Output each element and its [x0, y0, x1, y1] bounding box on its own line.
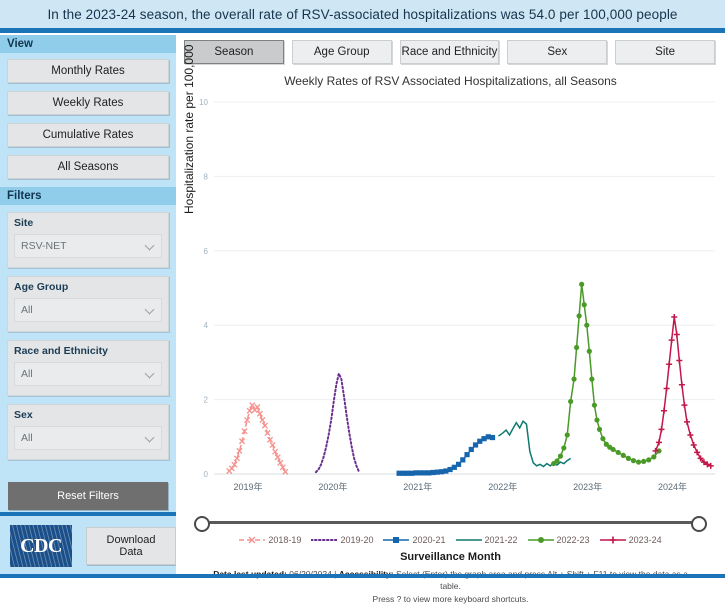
legend-item-2021-22[interactable]: 2021-22 [455, 535, 518, 545]
legend-item-2019-20[interactable]: 2019-20 [311, 535, 373, 545]
download-data-button[interactable]: Download Data [86, 527, 176, 565]
dashboard-root: In the 2023-24 season, the overall rate … [0, 0, 725, 604]
chart-area[interactable]: Hospitalization rate per 100,000 0 2 4 6 8 10… [176, 45, 725, 514]
filter-race-ethnicity-label: Race and Ethnicity [14, 345, 108, 357]
legend-item-2023-24[interactable]: 2023-24 [599, 535, 662, 545]
filter-race-ethnicity-value: All [21, 368, 33, 380]
svg-text:2023年: 2023年 [573, 481, 602, 492]
legend-swatch-2019-20 [311, 539, 338, 541]
header-banner: In the 2023-24 season, the overall rate … [0, 0, 725, 28]
view-button-cumulative-rates[interactable]: Cumulative Rates [7, 123, 169, 147]
body-row: View Monthly Rates Weekly Rates Cumulati… [0, 35, 725, 604]
filter-age-group-value: All [21, 304, 33, 316]
tab-season[interactable]: Season [184, 40, 284, 64]
svg-text:4: 4 [204, 321, 209, 330]
legend-label: 2018-19 [268, 535, 302, 545]
filter-race-ethnicity-select[interactable]: All [14, 362, 162, 386]
reset-filters-button[interactable]: Reset Filters [8, 482, 168, 510]
svg-text:8: 8 [204, 172, 209, 181]
view-buttons: Monthly Rates Weekly Rates Cumulative Ra… [0, 53, 176, 187]
filter-sex-value: All [21, 432, 33, 444]
filter-site-value: RSV-NET [21, 240, 67, 252]
cdc-logo-text: CDC [20, 534, 62, 557]
tab-race-and-ethnicity[interactable]: Race and Ethnicity [399, 40, 500, 64]
content-panel: Season Age Group Race and Ethnicity Sex … [176, 35, 725, 604]
svg-text:2: 2 [204, 396, 209, 405]
view-button-weekly-rates[interactable]: Weekly Rates [7, 91, 169, 115]
tab-sex[interactable]: Sex [507, 40, 608, 64]
cdc-logo: CDC [10, 525, 72, 567]
filter-age-group: Age Group All [7, 276, 169, 332]
footer-rule [176, 574, 725, 578]
time-range-slider[interactable] [194, 516, 707, 532]
tab-site[interactable]: Site [615, 40, 715, 64]
legend-label: 2019-20 [340, 535, 374, 545]
slider-handle-left[interactable] [194, 516, 210, 532]
shortcuts-text: Press ? to view more keyboard shortcuts. [372, 593, 529, 604]
filter-site: Site RSV-NET [7, 212, 169, 268]
filter-site-select[interactable]: RSV-NET [14, 234, 162, 258]
filter-race-ethnicity: Race and Ethnicity All [7, 340, 169, 396]
filter-sex-select[interactable]: All [14, 426, 162, 450]
filters-section-header: Filters [0, 187, 176, 205]
legend-label: 2023-24 [628, 535, 662, 545]
svg-text:2021年: 2021年 [403, 481, 432, 492]
svg-text:2020年: 2020年 [318, 481, 347, 492]
sidebar: View Monthly Rates Weekly Rates Cumulati… [0, 35, 176, 578]
svg-text:2019年: 2019年 [233, 481, 262, 492]
legend-item-2020-21[interactable]: 2020-21 [383, 535, 446, 545]
sidebar-bottom-rule [0, 574, 176, 578]
legend-label: 2022-23 [556, 535, 590, 545]
legend-label: 2021-22 [484, 535, 518, 545]
svg-text:0: 0 [204, 470, 209, 479]
y-axis-title: Hospitalization rate per 100,000 [182, 44, 196, 214]
view-button-all-seasons[interactable]: All Seasons [7, 155, 169, 179]
svg-text:10: 10 [199, 98, 208, 107]
legend-item-2022-23[interactable]: 2022-23 [527, 535, 590, 545]
svg-text:6: 6 [204, 247, 209, 256]
filters-list: Site RSV-NET Age Group All Race and Ethn… [0, 212, 176, 460]
chevron-down-icon [146, 370, 155, 379]
chevron-down-icon [146, 434, 155, 443]
accessibility-text: Select (Enter) the graph area and press … [396, 569, 688, 592]
chart-svg[interactable]: 0 2 4 6 8 10 2019年 2020年 2021年 2022年 2023年 2024年 [176, 94, 725, 506]
legend-swatch-2018-19 [239, 536, 266, 544]
legend-swatch-2022-23 [527, 537, 554, 543]
filter-site-label: Site [14, 217, 34, 229]
legend-swatch-2021-22 [455, 539, 482, 541]
chevron-down-icon [146, 306, 155, 315]
sidebar-footer: CDC Download Data [0, 520, 176, 572]
chevron-down-icon [146, 242, 155, 251]
filter-sex-label: Sex [14, 409, 33, 421]
slider-handle-right[interactable] [691, 516, 707, 532]
legend-swatch-2020-21 [383, 537, 410, 543]
view-button-monthly-rates[interactable]: Monthly Rates [7, 59, 169, 83]
reset-filters-wrap: Reset Filters [0, 482, 176, 510]
sidebar-divider [0, 512, 176, 516]
filter-age-group-select[interactable]: All [14, 298, 162, 322]
tab-age-group[interactable]: Age Group [291, 40, 392, 64]
filter-sex: Sex All [7, 404, 169, 460]
banner-text: In the 2023-24 season, the overall rate … [47, 6, 678, 22]
legend-item-2018-19[interactable]: 2018-19 [239, 535, 301, 545]
svg-text:2022年: 2022年 [488, 481, 517, 492]
slider-track[interactable] [198, 521, 703, 524]
chart-title: Weekly Rates of RSV Associated Hospitali… [284, 74, 617, 88]
legend-swatch-2023-24 [599, 536, 626, 544]
tab-bar: Season Age Group Race and Ethnicity Sex … [176, 35, 725, 64]
svg-text:2024年: 2024年 [658, 481, 687, 492]
chart-legend: 2018-19 2019-20 2020-21 2021-22 2022-23 2023-… [176, 535, 725, 545]
legend-label: 2020-21 [412, 535, 446, 545]
filter-age-group-label: Age Group [14, 281, 69, 293]
view-section-header: View [0, 35, 176, 53]
x-axis-title: Surveillance Month [400, 551, 501, 563]
